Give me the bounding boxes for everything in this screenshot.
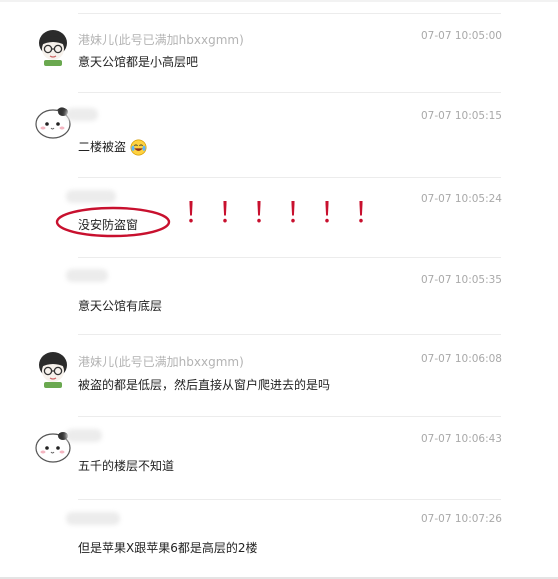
white-cat-avatar-icon[interactable]	[33, 100, 73, 140]
comment-time: 07-07 10:05:00	[420, 30, 502, 42]
girl-with-glasses-avatar-icon[interactable]	[33, 27, 73, 67]
comment-time: 07-07 10:06:08	[420, 353, 502, 365]
comment-time: 07-07 10:05:24	[420, 193, 502, 205]
commenter-name-blurred	[66, 429, 102, 442]
comment-time: 07-07 10:07:26	[420, 513, 502, 525]
divider	[78, 334, 501, 335]
comment-time: 07-07 10:05:35	[420, 274, 502, 286]
red-circle-annotation	[55, 206, 171, 238]
commenter-name[interactable]: 港妹儿(此号已满加hbxxgmm)	[78, 31, 244, 48]
divider	[78, 499, 501, 500]
divider	[78, 92, 501, 93]
comment-time: 07-07 10:06:43	[420, 433, 502, 445]
divider	[78, 13, 501, 14]
divider	[78, 177, 501, 178]
laughing-crying-emoji-icon	[130, 139, 147, 156]
exclamation-annotation: ！！！！！！	[184, 196, 389, 229]
commenter-name-blurred	[66, 512, 120, 525]
divider	[78, 257, 501, 258]
commenter-name-blurred	[66, 190, 116, 203]
comment-text: 意天公馆有底层	[78, 299, 163, 313]
comment-text: 但是苹果X跟苹果6都是高层的2楼	[78, 541, 258, 555]
comment-text: 被盗的都是低层，然后直接从窗户爬进去的是吗	[78, 378, 331, 392]
divider	[78, 416, 501, 417]
commenter-name[interactable]: 港妹儿(此号已满加hbxxgmm)	[78, 353, 244, 370]
comment-text-content: 二楼被盗	[78, 140, 127, 154]
comment-text: 二楼被盗	[78, 138, 147, 156]
girl-with-glasses-avatar-icon[interactable]	[33, 349, 73, 389]
comment-text: 五千的楼层不知道	[78, 459, 175, 473]
comment-text: 意天公馆都是小高层吧	[78, 55, 199, 69]
commenter-name-blurred	[66, 108, 98, 121]
commenter-name-blurred	[66, 269, 108, 282]
comment-time: 07-07 10:05:15	[420, 110, 502, 122]
top-border	[0, 0, 558, 2]
